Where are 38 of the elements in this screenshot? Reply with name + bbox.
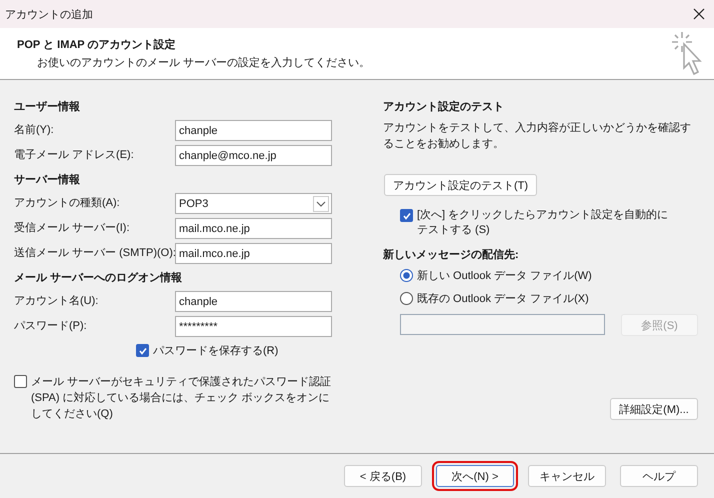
input-field[interactable]: mail.mco.ne.jp bbox=[175, 218, 332, 239]
checkmark-icon bbox=[402, 210, 412, 220]
radio-option[interactable]: 新しい Outlook データ ファイル(W) bbox=[400, 268, 698, 283]
close-icon[interactable] bbox=[693, 8, 705, 20]
page-title: POP と IMAP のアカウント設定 bbox=[17, 38, 177, 52]
field-label: アカウントの種類(A): bbox=[14, 196, 121, 211]
field-label: パスワード(P): bbox=[14, 319, 88, 334]
field-label: アカウント名(U): bbox=[14, 294, 100, 309]
input-field[interactable]: ********* bbox=[175, 316, 332, 337]
dialog-button[interactable]: ヘルプ bbox=[620, 465, 698, 487]
file-path-field[interactable] bbox=[400, 314, 605, 335]
window-title: アカウントの追加 bbox=[5, 8, 93, 22]
dropdown[interactable]: POP3 bbox=[175, 193, 332, 214]
section-heading: 新しいメッセージの配信先: bbox=[383, 248, 520, 262]
test-account-button[interactable]: アカウント設定のテスト(T) bbox=[384, 174, 538, 196]
page-subtitle: お使いのアカウントのメール サーバーの設定を入力してください。 bbox=[36, 56, 370, 70]
section-heading: メール サーバーへのログオン情報 bbox=[14, 270, 184, 285]
radio-option[interactable]: 既存の Outlook データ ファイル(X) bbox=[400, 291, 698, 306]
field-label: 名前(Y): bbox=[14, 123, 55, 138]
dialog-button[interactable]: キャンセル bbox=[528, 465, 606, 487]
save-password-checkbox[interactable]: パスワードを保存する(R) bbox=[136, 343, 332, 358]
input-field[interactable]: chanple bbox=[175, 291, 332, 312]
description-text: アカウントをテストして、入力内容が正しいかどうかを確認することをお勧めします。 bbox=[383, 120, 692, 152]
chevron-down-icon bbox=[313, 196, 329, 212]
field-label: 送信メール サーバー (SMTP)(O): bbox=[14, 246, 175, 261]
section-heading: サーバー情報 bbox=[14, 172, 81, 187]
section-heading: ユーザー情報 bbox=[14, 100, 81, 114]
dialog-button[interactable]: < 戻る(B) bbox=[344, 465, 422, 487]
section-heading: アカウント設定のテスト bbox=[383, 100, 505, 114]
checkmark-icon bbox=[138, 346, 148, 356]
field-label: 受信メール サーバー(I): bbox=[14, 220, 130, 236]
spa-checkbox[interactable]: メール サーバーがセキュリティで保護されたパスワード認証 (SPA) に対応している場合には、チェック ボックスをオンにしてください(Q) bbox=[14, 374, 332, 422]
input-field[interactable]: mail.mco.ne.jp bbox=[175, 243, 332, 264]
field-label: 電子メール アドレス(E): bbox=[14, 148, 135, 163]
input-field[interactable]: chanple bbox=[175, 120, 332, 141]
input-field[interactable]: chanple@mco.ne.jp bbox=[175, 145, 332, 166]
auto-test-checkbox[interactable]: [次へ] をクリックしたらアカウント設定を自動的にテストする (S) bbox=[400, 208, 675, 238]
advanced-settings-button[interactable]: 詳細設定(M)... bbox=[610, 398, 698, 420]
